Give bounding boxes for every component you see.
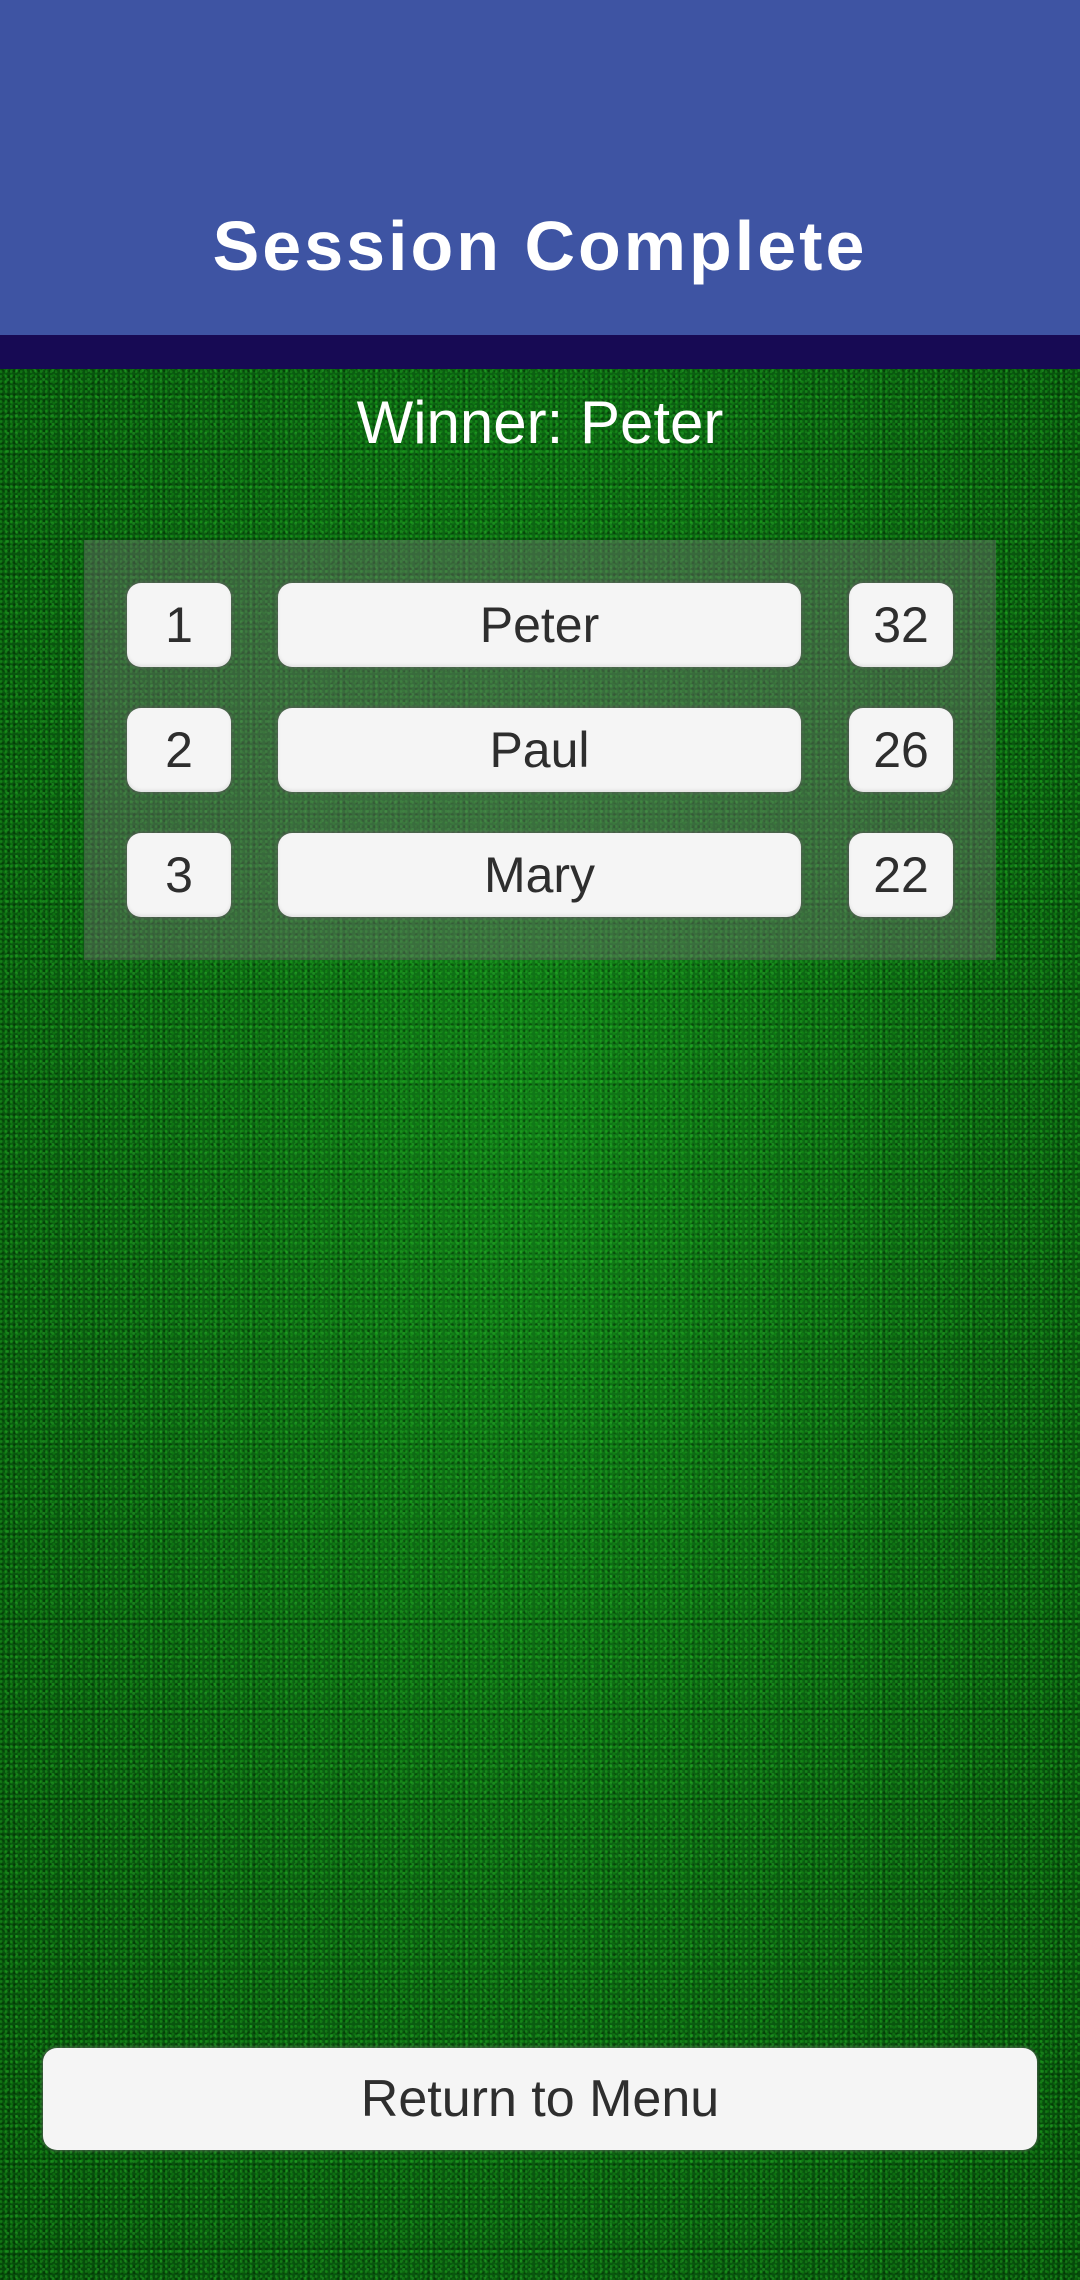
page-title: Session Complete	[212, 207, 868, 285]
rank-cell: 2	[127, 708, 231, 792]
score-cell: 26	[849, 708, 953, 792]
results-panel: 1 Peter 32 2 Paul 26 3 Mary 22	[84, 540, 996, 960]
header-divider	[0, 335, 1080, 369]
return-to-menu-button[interactable]: Return to Menu	[43, 2048, 1037, 2150]
score-cell: 22	[849, 833, 953, 917]
result-row: 2 Paul 26	[84, 708, 996, 792]
player-name-cell: Mary	[278, 833, 801, 917]
score-cell: 32	[849, 583, 953, 667]
winner-label: Winner: Peter	[356, 389, 724, 456]
header-bar: Session Complete	[0, 0, 1080, 335]
result-row: 3 Mary 22	[84, 833, 996, 917]
player-name-cell: Paul	[278, 708, 801, 792]
result-row: 1 Peter 32	[84, 583, 996, 667]
player-name-cell: Peter	[278, 583, 801, 667]
rank-cell: 3	[127, 833, 231, 917]
rank-cell: 1	[127, 583, 231, 667]
